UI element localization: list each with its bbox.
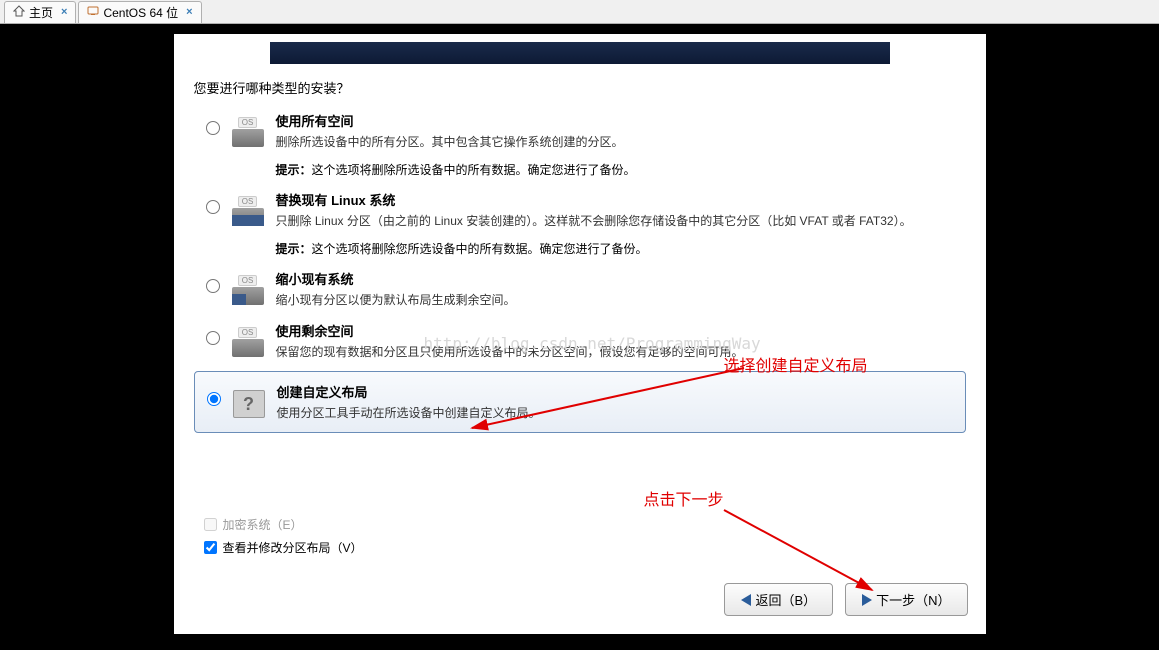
annotation-click-next: 点击下一步 [644, 486, 724, 510]
checkbox-encrypt-label: 加密系统（E） [223, 516, 303, 533]
installer-window: 您要进行哪种类型的安装？ OS 使用所有空间 删除所选设备中的所有分区。其中包含… [174, 34, 986, 634]
checkbox-review-label: 查看并修改分区布局（V） [223, 539, 363, 556]
next-button[interactable]: 下一步（N） [845, 583, 967, 616]
option-use-all-space[interactable]: OS 使用所有空间 删除所选设备中的所有分区。其中包含其它操作系统创建的分区。 … [174, 105, 986, 184]
install-type-prompt: 您要进行哪种类型的安装？ [194, 78, 986, 97]
option-desc: 使用分区工具手动在所选设备中创建自定义布局。 [277, 404, 953, 422]
disk-icon: OS [230, 111, 266, 147]
install-options: OS 使用所有空间 删除所选设备中的所有分区。其中包含其它操作系统创建的分区。 … [174, 105, 986, 433]
radio-free-space[interactable] [206, 331, 220, 345]
encrypt-row[interactable]: 加密系统（E） [204, 516, 363, 533]
option-tip: 提示：这个选项将删除您所选设备中的所有数据。确定您进行了备份。 [276, 240, 966, 257]
close-icon[interactable]: × [61, 6, 67, 18]
arrow-right-icon [862, 594, 872, 606]
close-icon[interactable]: × [186, 6, 192, 18]
question-icon: ? [231, 382, 267, 418]
tab-home-label: 主页 [29, 4, 53, 21]
vm-icon [87, 5, 99, 20]
option-shrink[interactable]: OS 缩小现有系统 缩小现有分区以便为默认布局生成剩余空间。 [174, 263, 986, 315]
lower-options: 加密系统（E） 查看并修改分区布局（V） [204, 516, 363, 562]
back-label: 返回（B） [755, 590, 816, 609]
tab-vm[interactable]: CentOS 64 位 × [78, 1, 201, 23]
nav-buttons: 返回（B） 下一步（N） [724, 583, 967, 616]
option-tip: 提示：这个选项将删除所选设备中的所有数据。确定您进行了备份。 [276, 161, 966, 178]
option-title: 使用剩余空间 [276, 321, 966, 340]
radio-use-all-space[interactable] [206, 121, 220, 135]
tab-vm-label: CentOS 64 位 [103, 4, 178, 21]
option-title: 使用所有空间 [276, 111, 966, 130]
option-title: 创建自定义布局 [277, 382, 953, 401]
checkbox-review[interactable] [204, 541, 217, 554]
option-title: 缩小现有系统 [276, 269, 966, 288]
option-custom-layout[interactable]: ? 创建自定义布局 使用分区工具手动在所选设备中创建自定义布局。 [194, 371, 966, 433]
option-free-space[interactable]: OS 使用剩余空间 保留您的现有数据和分区且只使用所选设备中的未分区空间，假设您… [174, 315, 986, 367]
radio-shrink[interactable] [206, 279, 220, 293]
option-desc: 保留您的现有数据和分区且只使用所选设备中的未分区空间，假设您有足够的空间可用。 [276, 343, 966, 361]
next-label: 下一步（N） [876, 590, 950, 609]
radio-custom-layout[interactable] [207, 392, 221, 406]
disk-icon: OS [230, 190, 266, 226]
arrow-left-icon [741, 594, 751, 606]
option-title: 替换现有 Linux 系统 [276, 190, 966, 209]
review-row[interactable]: 查看并修改分区布局（V） [204, 539, 363, 556]
checkbox-encrypt [204, 518, 217, 531]
home-icon [13, 5, 25, 20]
vm-display: 您要进行哪种类型的安装？ OS 使用所有空间 删除所选设备中的所有分区。其中包含… [0, 24, 1159, 650]
disk-icon: OS [230, 321, 266, 357]
option-replace-linux[interactable]: OS 替换现有 Linux 系统 只删除 Linux 分区（由之前的 Linux… [174, 184, 986, 263]
back-button[interactable]: 返回（B） [724, 583, 833, 616]
tab-bar: 主页 × CentOS 64 位 × [0, 0, 1159, 24]
option-desc: 删除所选设备中的所有分区。其中包含其它操作系统创建的分区。 [276, 133, 966, 151]
option-desc: 只删除 Linux 分区（由之前的 Linux 安装创建的）。这样就不会删除您存… [276, 212, 966, 230]
tab-home[interactable]: 主页 × [4, 1, 76, 23]
title-banner [270, 42, 890, 64]
disk-icon: OS [230, 269, 266, 305]
radio-replace-linux[interactable] [206, 200, 220, 214]
option-desc: 缩小现有分区以便为默认布局生成剩余空间。 [276, 291, 966, 309]
